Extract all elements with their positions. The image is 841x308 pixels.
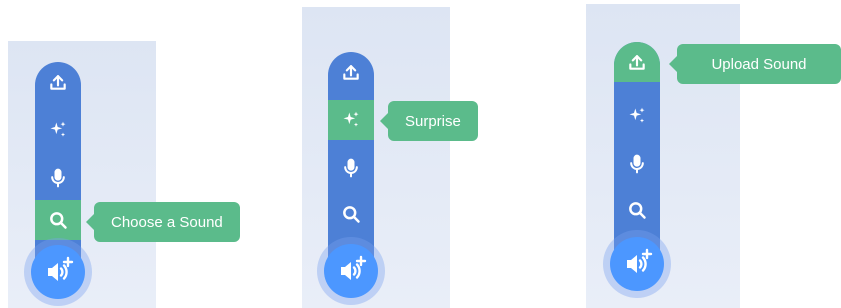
add-sound-button-halo-2: [317, 237, 385, 305]
tooltip-upload-sound: Upload Sound: [669, 44, 841, 84]
tooltip-label: Choose a Sound: [111, 213, 223, 231]
record-button[interactable]: [328, 148, 374, 188]
tooltip-surprise: Surprise: [380, 101, 478, 141]
upload-icon: [629, 55, 645, 70]
surprise-button[interactable]: [614, 96, 660, 136]
upload-icon: [343, 65, 359, 80]
sparkle-icon: [50, 121, 66, 137]
speaker-add-icon: [341, 255, 367, 280]
upload-sound-button[interactable]: [35, 62, 81, 102]
sparkle-icon: [343, 111, 359, 127]
upload-sound-button[interactable]: [328, 52, 374, 92]
add-sound-button[interactable]: [324, 244, 378, 298]
microphone-icon: [630, 154, 644, 174]
record-button[interactable]: [35, 158, 81, 198]
record-button[interactable]: [614, 144, 660, 184]
add-sound-button-halo-3: [603, 230, 671, 298]
microphone-icon: [51, 168, 65, 188]
add-sound-button[interactable]: [610, 237, 664, 291]
tooltip-label: Surprise: [405, 112, 461, 130]
sparkle-icon: [629, 107, 645, 123]
sound-menu-3: [614, 42, 660, 262]
search-icon: [343, 206, 360, 223]
choose-sound-button[interactable]: [35, 200, 81, 240]
surprise-button[interactable]: [328, 100, 374, 140]
add-sound-button[interactable]: [31, 245, 85, 299]
microphone-icon: [344, 158, 358, 178]
add-sound-button-halo-1: [24, 238, 92, 306]
choose-sound-button[interactable]: [614, 190, 660, 230]
tooltip-choose-sound: Choose a Sound: [86, 202, 240, 242]
choose-sound-button[interactable]: [328, 194, 374, 234]
tooltip-label: Upload Sound: [711, 55, 807, 73]
speaker-add-icon: [48, 256, 74, 281]
search-icon: [629, 202, 646, 219]
search-icon: [50, 212, 67, 229]
upload-icon: [50, 75, 66, 90]
speaker-add-icon: [627, 248, 653, 273]
surprise-button[interactable]: [35, 110, 81, 150]
upload-sound-button[interactable]: [614, 42, 660, 82]
